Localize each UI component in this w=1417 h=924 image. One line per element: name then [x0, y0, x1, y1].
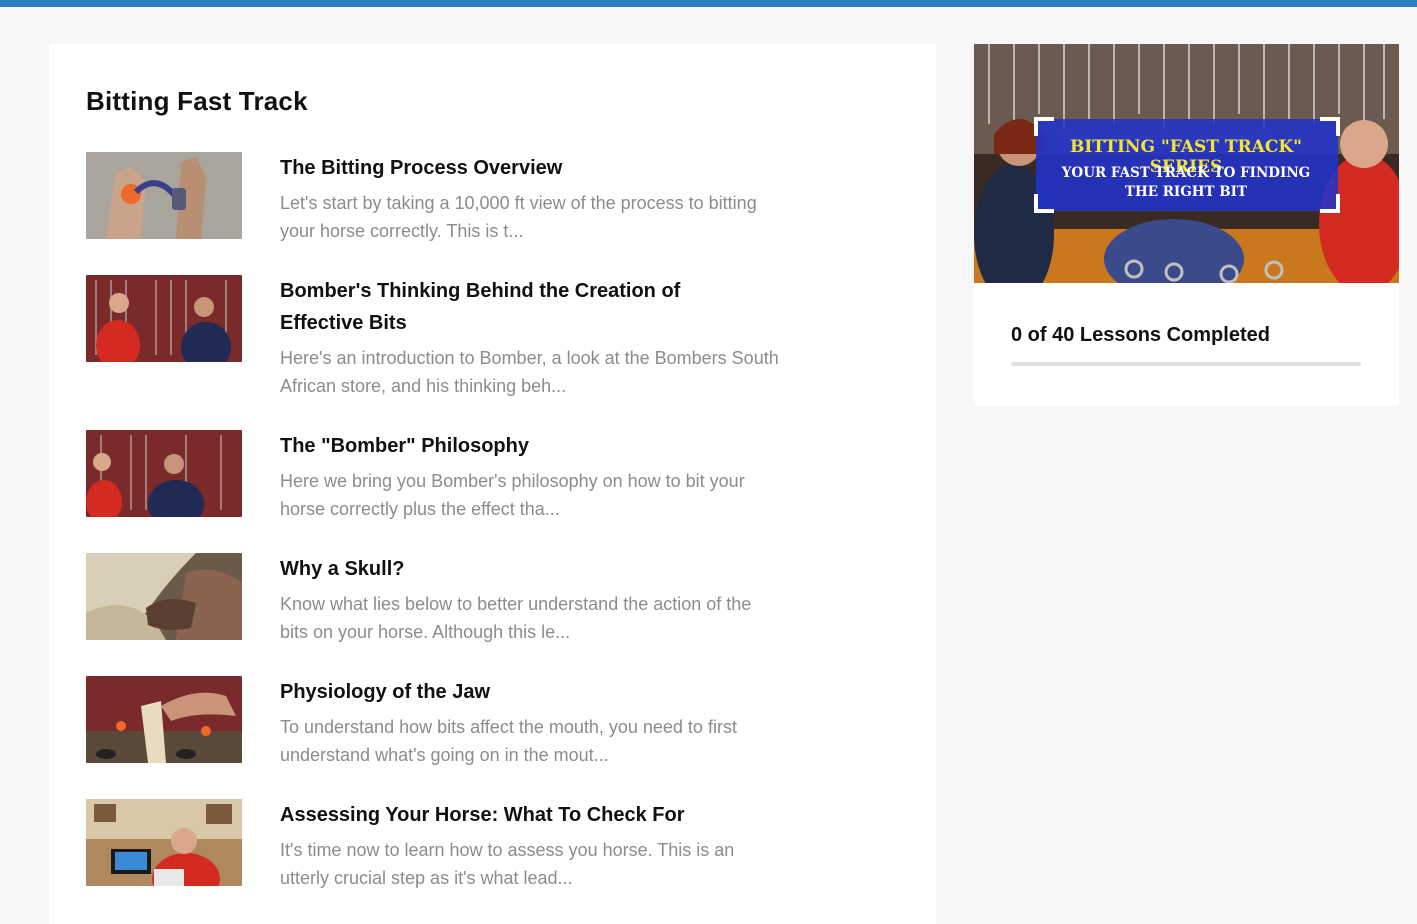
- lesson-thumbnail[interactable]: [86, 152, 242, 239]
- course-content-card: Bitting Fast Track The Bitting Process O…: [49, 44, 936, 924]
- lesson-thumbnail[interactable]: [86, 553, 242, 640]
- lesson-thumbnail[interactable]: [86, 676, 242, 763]
- banner-subtitle-line2: THE RIGHT BIT: [1124, 184, 1248, 200]
- lesson-item[interactable]: Physiology of the Jaw To understand how …: [86, 676, 806, 791]
- course-banner-image: BITTING "FAST TRACK" SERIES YOUR FAST TR…: [974, 44, 1399, 283]
- lesson-thumbnail[interactable]: [86, 275, 242, 362]
- top-accent-bar: [0, 0, 1417, 7]
- lesson-item[interactable]: The Bitting Process Overview Let's start…: [86, 152, 806, 267]
- lesson-title[interactable]: Physiology of the Jaw: [280, 676, 750, 708]
- lesson-item[interactable]: The "Bomber" Philosophy Here we bring yo…: [86, 430, 806, 545]
- lesson-title[interactable]: The Bitting Process Overview: [280, 152, 750, 184]
- course-title: Bitting Fast Track: [86, 86, 308, 116]
- banner-subtitle-line1: YOUR FAST TRACK TO FINDING: [1061, 165, 1311, 181]
- lesson-title[interactable]: Why a Skull?: [280, 553, 750, 585]
- lesson-item[interactable]: Assessing Your Horse: What To Check For …: [86, 799, 806, 914]
- lesson-description: Here's an introduction to Bomber, a look…: [280, 348, 779, 396]
- lesson-description: To understand how bits affect the mouth,…: [280, 717, 737, 765]
- lesson-description: Let's start by taking a 10,000 ft view o…: [280, 193, 757, 241]
- progress-bar: [1011, 362, 1361, 366]
- course-sidebar-card: BITTING "FAST TRACK" SERIES YOUR FAST TR…: [974, 44, 1399, 406]
- lesson-thumbnail[interactable]: [86, 430, 242, 517]
- lesson-description: It's time now to learn how to assess you…: [280, 840, 735, 888]
- lesson-description: Here we bring you Bomber's philosophy on…: [280, 471, 745, 519]
- lesson-title[interactable]: The "Bomber" Philosophy: [280, 430, 750, 462]
- lesson-title[interactable]: Bomber's Thinking Behind the Creation of…: [280, 275, 750, 339]
- lesson-item[interactable]: Why a Skull? Know what lies below to bet…: [86, 553, 806, 668]
- lesson-title[interactable]: Assessing Your Horse: What To Check For: [280, 799, 750, 831]
- lesson-thumbnail[interactable]: [86, 799, 242, 886]
- lesson-item[interactable]: Bomber's Thinking Behind the Creation of…: [86, 275, 806, 405]
- lesson-description: Know what lies below to better understan…: [280, 594, 752, 642]
- lessons-progress-text: 0 of 40 Lessons Completed: [1011, 324, 1270, 346]
